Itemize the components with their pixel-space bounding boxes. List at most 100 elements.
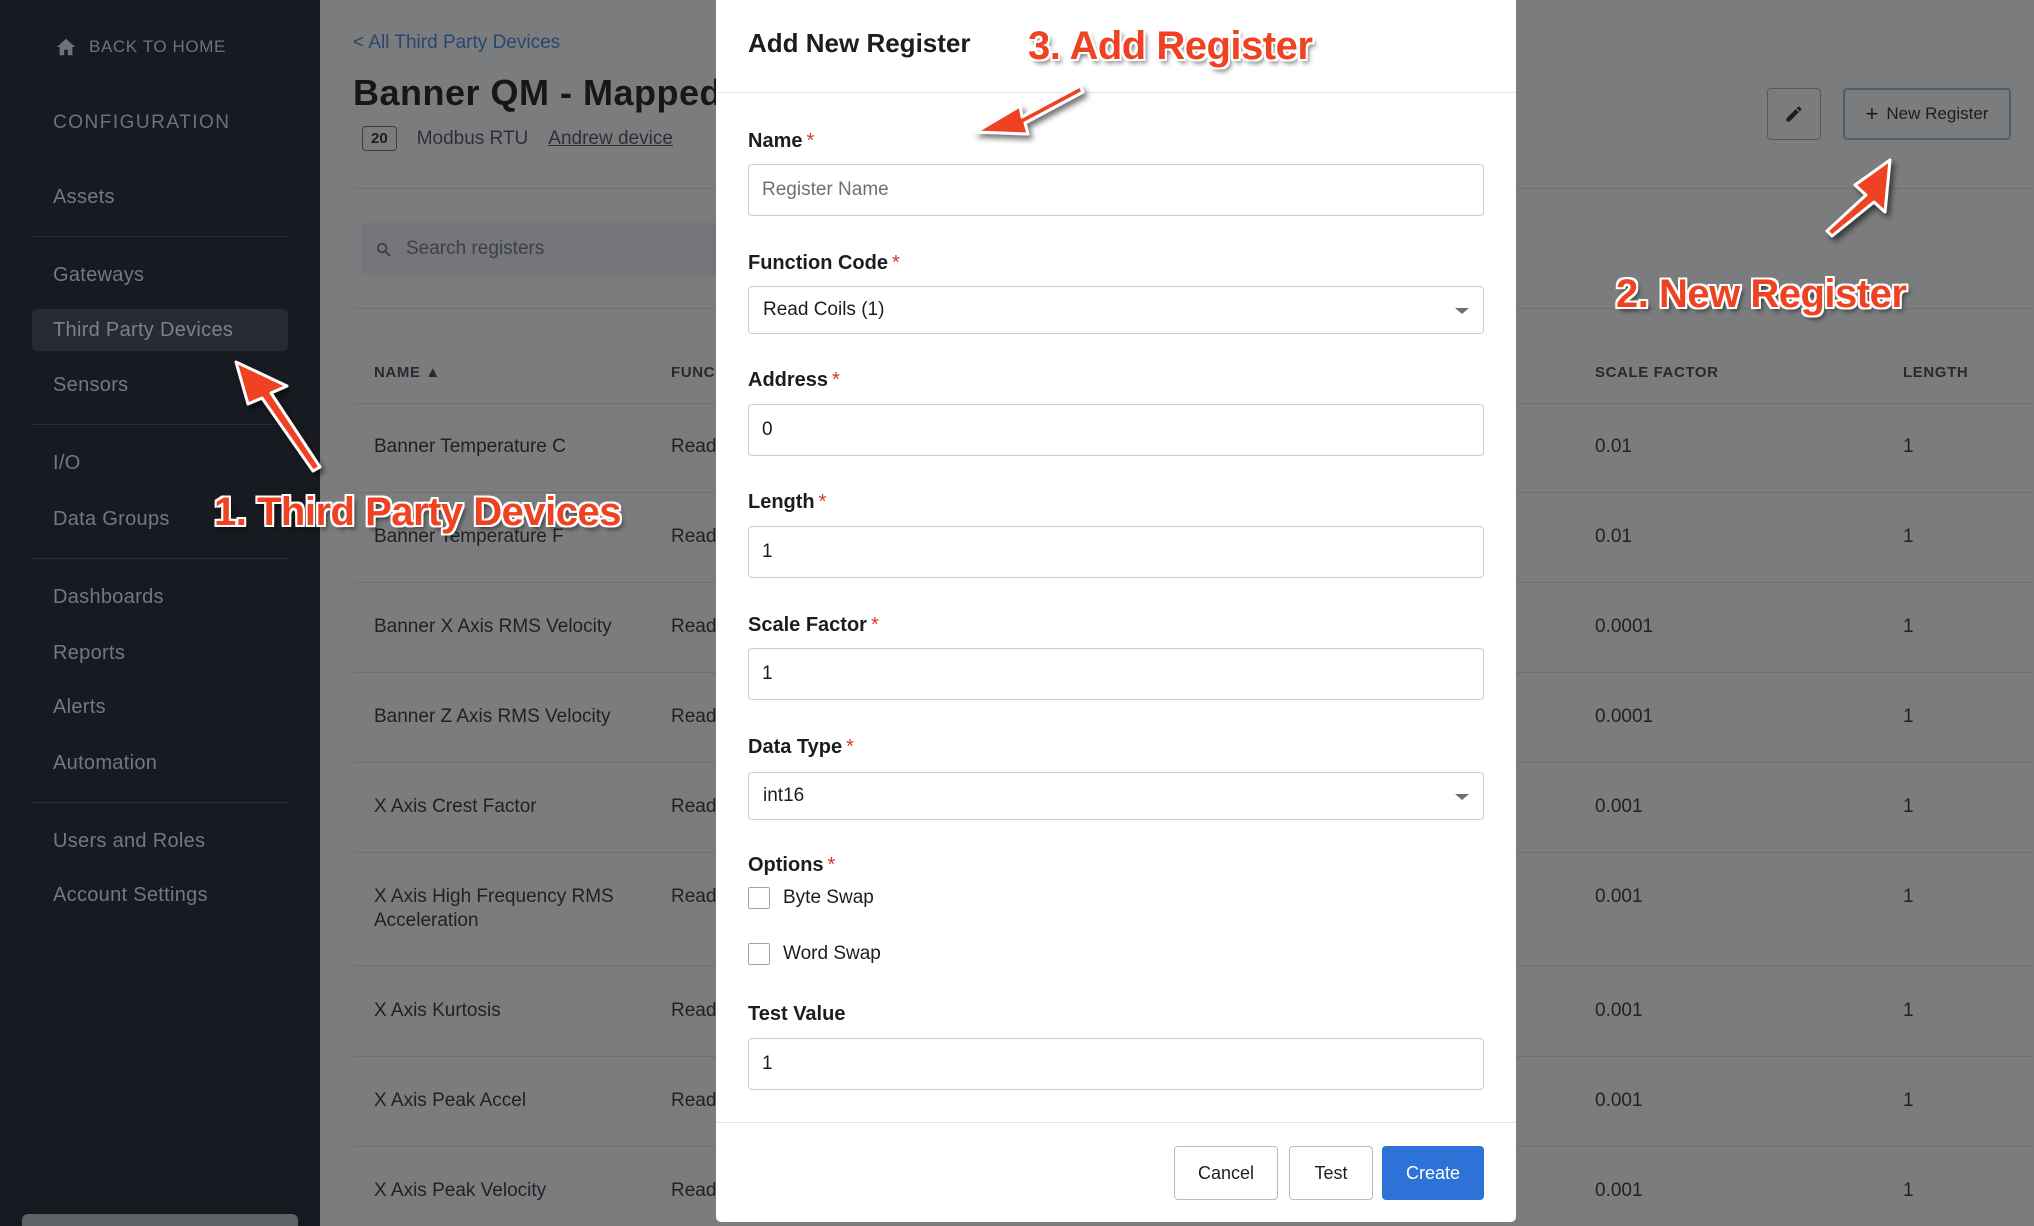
row-name: Banner X Axis RMS Velocity	[374, 616, 612, 637]
back-to-home-link[interactable]: BACK TO HOME	[55, 36, 226, 58]
checkbox-box[interactable]	[748, 943, 770, 965]
row-scale-factor: 0.0001	[1595, 706, 1654, 727]
cancel-button[interactable]: Cancel	[1174, 1146, 1278, 1200]
protocol-label: Modbus RTU	[416, 127, 529, 149]
row-scale-factor: 0.001	[1595, 1000, 1643, 1021]
scale-factor-label-text: Scale Factor	[748, 614, 867, 636]
checkbox-box[interactable]	[748, 887, 770, 909]
row-length: 1	[1903, 526, 1914, 547]
address-label: Address *	[748, 369, 840, 392]
required-mark: *	[891, 252, 900, 274]
breadcrumb[interactable]: < All Third Party Devices	[353, 32, 560, 54]
row-scale-factor: 0.001	[1595, 1090, 1643, 1111]
required-mark: *	[827, 854, 836, 876]
data-type-label: Data Type *	[748, 736, 854, 759]
column-header-name[interactable]: NAME ▲	[374, 364, 441, 381]
sidebar-item-dashboards[interactable]: Dashboards	[32, 576, 288, 618]
modal-title: Add New Register	[748, 28, 971, 58]
modal-footer-divider	[716, 1122, 1516, 1123]
required-mark: *	[806, 130, 815, 152]
data-type-value: int16	[763, 785, 805, 806]
length-input[interactable]: 1	[748, 526, 1484, 578]
row-name: X Axis Crest Factor	[374, 796, 537, 817]
word-swap-label: Word Swap	[783, 943, 881, 964]
data-type-select[interactable]: int16	[748, 772, 1484, 820]
sidebar-item-users-and-roles[interactable]: Users and Roles	[32, 820, 288, 862]
row-function: Read	[671, 706, 717, 727]
required-mark: *	[870, 614, 879, 636]
sidebar-divider	[32, 236, 288, 237]
length-label-text: Length	[748, 491, 815, 513]
byte-swap-label: Byte Swap	[783, 887, 874, 908]
add-register-modal: Add New Register Name * Register Name Fun…	[716, 0, 1516, 1222]
column-header-length[interactable]: LENGTH	[1903, 364, 1968, 381]
byte-swap-checkbox[interactable]: Byte Swap	[748, 887, 874, 909]
configuration-heading: CONFIGURATION	[53, 112, 231, 133]
row-length: 1	[1903, 1090, 1914, 1111]
function-code-select[interactable]: Read Coils (1)	[748, 286, 1484, 334]
row-length: 1	[1903, 706, 1914, 727]
test-value-label: Test Value	[748, 1003, 846, 1025]
sidebar-divider	[32, 558, 288, 559]
row-scale-factor: 0.0001	[1595, 616, 1654, 637]
row-name: Banner Temperature C	[374, 436, 566, 457]
sidebar-item-automation[interactable]: Automation	[32, 742, 288, 784]
home-icon	[56, 38, 76, 56]
sidebar-item-assets[interactable]: Assets	[32, 176, 288, 218]
test-value-input[interactable]: 1	[748, 1038, 1484, 1090]
length-label: Length *	[748, 491, 826, 514]
device-meta: 20 Modbus RTU Andrew device	[362, 126, 673, 151]
row-function: Read	[671, 616, 717, 637]
row-function: Read	[671, 1090, 717, 1111]
sidebar: BACK TO HOME CONFIGURATION Assets Gatewa…	[0, 0, 320, 1226]
row-function: Read	[671, 1000, 717, 1021]
sidebar-item-gateways[interactable]: Gateways	[32, 254, 288, 296]
required-mark: *	[832, 369, 840, 391]
row-length: 1	[1903, 886, 1914, 907]
row-name: X Axis High Frequency RMS	[374, 886, 614, 907]
search-input[interactable]: Search registers	[361, 223, 721, 275]
sidebar-scrollbar[interactable]	[22, 1214, 298, 1226]
row-function: Read	[671, 526, 717, 547]
function-code-label-text: Function Code	[748, 252, 888, 274]
search-placeholder: Search registers	[406, 238, 545, 259]
scale-factor-input[interactable]: 1	[748, 648, 1484, 700]
sidebar-item-sensors[interactable]: Sensors	[32, 364, 288, 406]
function-code-value: Read Coils (1)	[763, 299, 885, 320]
create-button[interactable]: Create	[1382, 1146, 1484, 1200]
column-header-function[interactable]: FUNC	[671, 364, 715, 381]
row-length: 1	[1903, 436, 1914, 457]
sidebar-item-reports[interactable]: Reports	[32, 632, 288, 674]
sidebar-item-account-settings[interactable]: Account Settings	[32, 874, 288, 916]
row-scale-factor: 0.001	[1595, 886, 1643, 907]
new-register-button[interactable]: + New Register	[1843, 88, 2011, 140]
sidebar-item-third-party-devices[interactable]: Third Party Devices	[32, 309, 288, 351]
pencil-icon	[1786, 106, 1802, 122]
name-label-text: Name	[748, 130, 803, 152]
edit-button[interactable]	[1767, 88, 1821, 140]
function-code-label: Function Code *	[748, 252, 900, 275]
page-title: Banner QM - Mapped	[353, 72, 723, 113]
annotation-step-2: 2. New Register	[1616, 272, 1907, 316]
data-type-label-text: Data Type	[748, 736, 843, 758]
scale-factor-label: Scale Factor *	[748, 614, 879, 637]
address-label-text: Address	[748, 369, 829, 391]
search-icon	[376, 242, 391, 257]
row-scale-factor: 0.001	[1595, 1180, 1643, 1201]
word-swap-checkbox[interactable]: Word Swap	[748, 943, 881, 965]
row-length: 1	[1903, 1180, 1914, 1201]
sidebar-item-io[interactable]: I/O	[32, 442, 288, 484]
row-name: Banner Z Axis RMS Velocity	[374, 706, 611, 727]
required-mark: *	[846, 736, 854, 758]
test-button[interactable]: Test	[1289, 1146, 1373, 1200]
register-name-input[interactable]: Register Name	[748, 164, 1484, 216]
column-header-scale-factor[interactable]: SCALE FACTOR	[1595, 364, 1719, 381]
modal-header-divider	[716, 92, 1516, 93]
row-function: Read	[671, 796, 717, 817]
device-link[interactable]: Andrew device	[548, 128, 673, 150]
sidebar-divider	[32, 424, 288, 425]
address-input[interactable]: 0	[748, 404, 1484, 456]
caret-down-icon	[1455, 794, 1469, 800]
row-scale-factor: 0.01	[1595, 526, 1632, 547]
sidebar-item-alerts[interactable]: Alerts	[32, 686, 288, 728]
